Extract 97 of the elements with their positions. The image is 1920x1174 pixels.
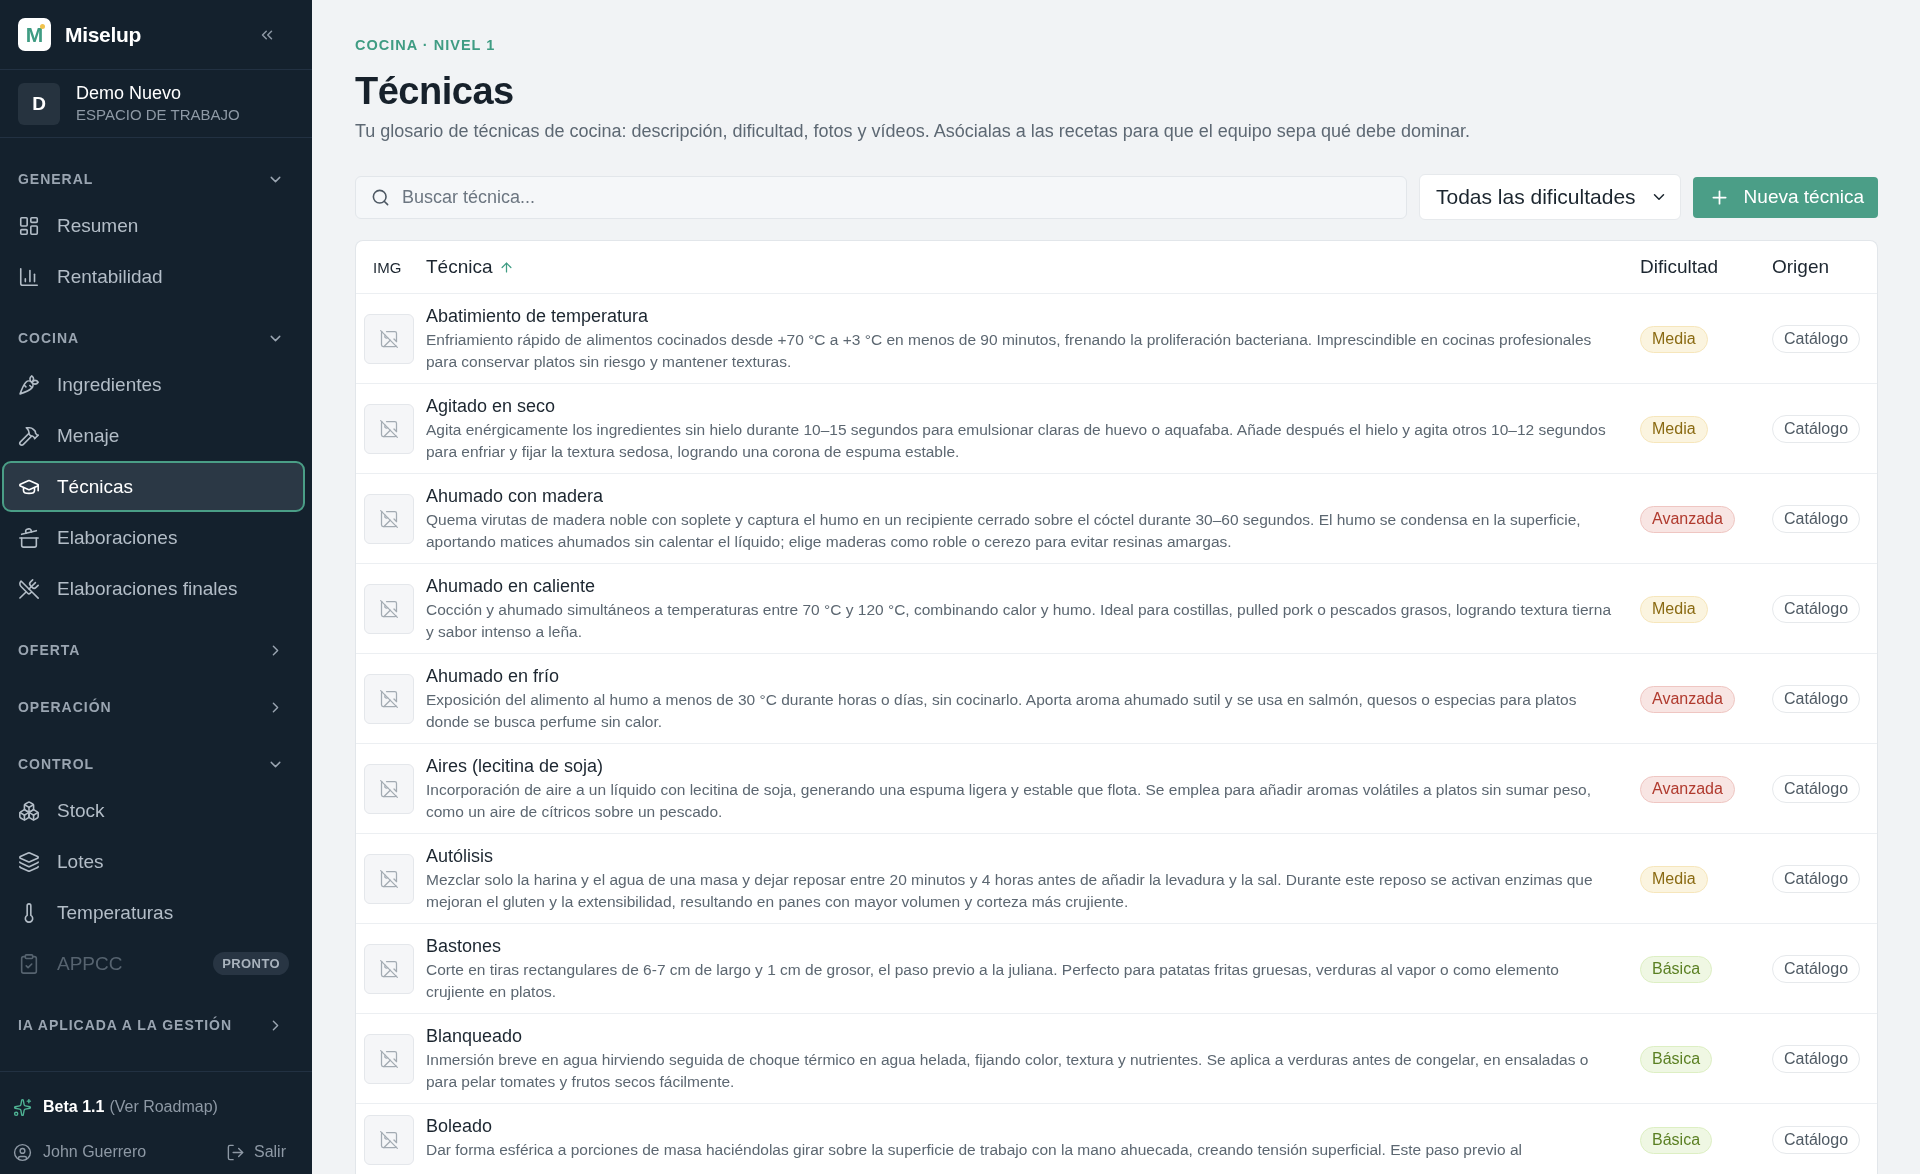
sidebar-item[interactable]: Técnicas [2,461,305,512]
technique-description: Exposición del alimento al humo a menos de 30 °C durante horas o días, sin cocinarlo. Aporta aroma ahumado sutil y se usa en salmón, quesos o especias para platos donde se busca perfume sin calor. [426,690,1578,732]
sidebar-item[interactable]: Stock [2,785,305,836]
technique-name: Ahumado en frío [426,665,561,687]
layers-icon [18,850,40,873]
user-icon [13,1142,32,1162]
difficulty-tag: Básica [1640,1126,1713,1154]
search-field[interactable]: Buscar técnica... [355,175,1407,219]
technique-description: Mezclar solo la harina y el agua de una masa y dejar reposar entre 20 minutos y 4 horas antes de añadir la levadura y la sal. Durante este reposo se activan enzimas que mejoran el gluten y la extensibilidad, resultando en panes con mayor volumen y corteza más crujiente. [426,870,1594,912]
image-off-icon [379,1049,399,1069]
image-off-icon [379,959,399,979]
origin-tag: Catálogo [1772,505,1861,533]
technique-description: Quema virutas de madera noble con soplete y captura el humo en un recipiente cerrado sobre el cóctel durante 30–60 segundos. El humo se condensa en la superficie, aportando matices ahumados sin calentar el líquido; elige maderas como roble o cerezo para evitar resinas amargas. [426,510,1582,552]
technique-name: Ahumado con madera [426,485,605,507]
log-out-icon [226,1142,245,1162]
difficulty-tag: Avanzada [1640,775,1735,803]
technique-description: Agita enérgicamente los ingredientes sin hielo durante 10–15 segundos para emulsionar claras de huevo o aquafaba. Añade después el hielo y agita otros 10–12 segundos para enfriar y fijar la textura sedosa, logrando una corona de espuma estable. [426,420,1607,462]
image-off-icon [379,329,399,349]
section-toggle[interactable]: IA APLICADA A LA GESTIÓN [0,1004,312,1046]
workspace-avatar: D [18,82,60,125]
sidebar-item[interactable]: Temperaturas [2,887,305,938]
sidebar-item[interactable]: Elaboraciones finales [2,563,305,614]
origin-tag: Catálogo [1772,955,1861,983]
difficulty-tag: Media [1640,595,1708,623]
sidebar-item[interactable]: Ingredientes [2,359,305,410]
technique-name: Agitado en seco [426,395,557,417]
brand-name: Miselup [65,22,142,47]
difficulty-tag: Básica [1640,1045,1713,1073]
workspace-subtitle: ESPACIO DE TRABAJO [76,106,240,124]
image-off-icon [379,689,399,709]
origin-tag: Catálogo [1772,685,1861,713]
technique-description: Inmersión breve en agua hirviendo seguida de choque térmico en agua helada, fijando color, textura y nutrientes. Se aplica a verduras antes de congelar, en ensaladas o para pelar tomates y frutos secos fácilmente. [426,1050,1590,1092]
technique-description: Cocción y ahumado simultáneos a temperaturas entre 70 °C y 120 °C, combinando calor y humo. Ideal para costillas, pulled pork o pescados grasos, logrando textura tierna y sabor intenso a leña. [426,600,1613,642]
origin-tag: Catálogo [1772,325,1861,353]
origin-tag: Catálogo [1772,865,1861,893]
technique-name: Autólisis [426,845,495,867]
difficulty-tag: Media [1640,865,1708,893]
page-description: Tu glosario de técnicas de cocina: descripción, dificultad, fotos y vídeos. Asócialas a las recetas para que el equipo sepa qué debe dominar. [355,120,1471,142]
sparkles-icon [13,1097,32,1117]
sidebar-item[interactable]: Elaboraciones [2,512,305,563]
image-off-icon [379,509,399,529]
technique-description: Corte en tiras rectangulares de 6-7 cm de largo y 1 cm de grosor, el paso previo a la juliana. Perfecto para patatas fritas gruesas, verduras al vapor o como elemento crujiente en platos. [426,960,1560,1002]
soon-badge: PRONTO [213,952,289,975]
image-off-icon [379,599,399,619]
section-toggle[interactable]: CONTROL [0,743,312,785]
technique-description: Incorporación de aire a un líquido con lecitina de soja, generando una espuma ligera y estable que flota. Se emplea para añadir aromas volátiles a platos sin sumar peso, como un aire de cítricos sobre un pescado. [426,780,1592,822]
technique-name: Blanqueado [426,1025,524,1047]
column-header: IMG [372,258,402,276]
clipboard-check-icon [18,952,40,975]
bar-chart-icon [18,265,40,288]
breadcrumb: COCINA · NIVEL 1 [355,36,497,55]
difficulty-tag: Avanzada [1640,685,1735,713]
technique-description: Dar forma esférica a porciones de masa haciéndolas girar sobre la superficie de trabajo con la mano ahuecada, creando tensión superficial. Este paso previo al [426,1140,1523,1160]
technique-name: Boleado [426,1115,494,1137]
section-toggle[interactable]: COCINA [0,317,312,359]
dashboard-icon [18,214,40,237]
app-logo: M [18,18,51,51]
image-off-icon [379,869,399,889]
origin-tag: Catálogo [1772,775,1861,803]
difficulty-select[interactable]: Todas las dificultades [1418,174,1681,220]
section-toggle[interactable]: OFERTA [0,629,312,671]
image-off-icon [379,779,399,799]
sidebar-item[interactable]: Menaje [2,410,305,461]
sidebar-item[interactable]: Rentabilidad [2,251,305,302]
image-off-icon [379,1130,399,1150]
sidebar-item[interactable]: Resumen [2,200,305,251]
workspace-name: Demo Nuevo [76,83,183,104]
image-off-icon [379,419,399,439]
origin-tag: Catálogo [1772,1126,1861,1154]
origin-tag: Catálogo [1772,1045,1861,1073]
user-name: John Guerrero [43,1143,147,1161]
sidebar-item[interactable]: Lotes [2,836,305,887]
difficulty-tag: Media [1640,415,1708,443]
logout-button[interactable]: Salir [226,1142,286,1162]
origin-tag: Catálogo [1772,595,1861,623]
carrot-icon [18,373,40,396]
hammer-icon [18,424,40,447]
difficulty-tag: Básica [1640,955,1713,983]
sortable-column-header[interactable]: Técnica [426,256,514,278]
section-toggle[interactable]: GENERAL [0,158,312,200]
origin-tag: Catálogo [1772,415,1861,443]
technique-name: Bastones [426,935,503,957]
cooking-pot-icon [18,526,40,549]
section-toggle[interactable]: OPERACIÓN [0,686,312,728]
page-title: Técnicas [355,69,515,114]
technique-name: Aires (lecitina de soja) [426,755,605,777]
technique-name: Ahumado en caliente [426,575,597,597]
technique-name: Abatimiento de temperatura [426,305,650,327]
technique-description: Enfriamiento rápido de alimentos cocinados desde +70 °C a +3 °C en menos de 90 minutos, frenando la proliferación bacteriana. Imprescindible en cocinas profesionales para conservar platos sin riesgo y mantener texturas. [426,330,1593,372]
column-header: Dificultad [1640,256,1719,278]
crossed-utensils-icon [18,577,40,600]
boxes-icon [18,799,40,822]
version-label: Beta 1.1 [43,1098,105,1116]
difficulty-tag: Avanzada [1640,505,1735,533]
difficulty-tag: Media [1640,325,1708,353]
roadmap-link[interactable]: (Ver Roadmap) [109,1098,218,1116]
column-header: Origen [1772,256,1830,278]
